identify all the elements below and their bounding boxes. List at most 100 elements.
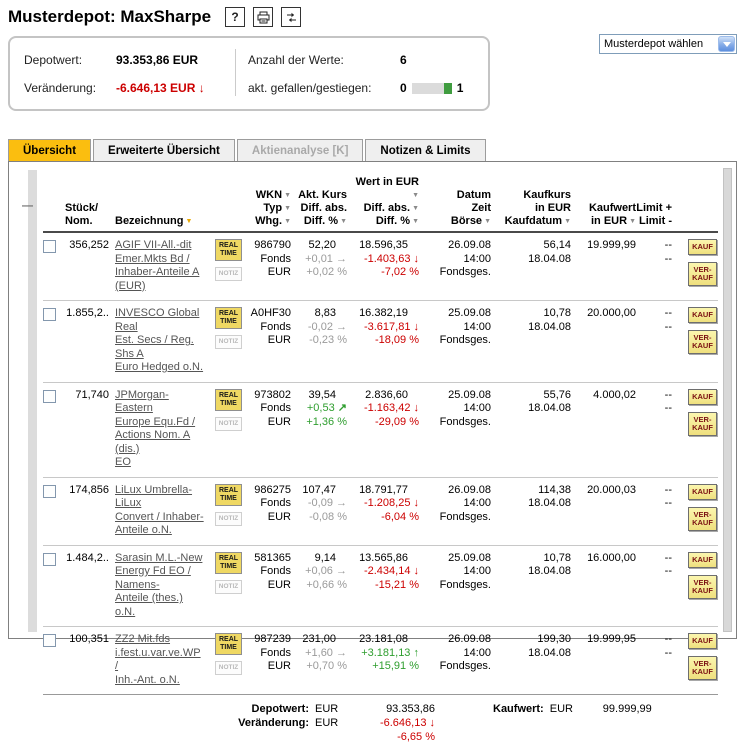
kauf-button[interactable]: KAUF [688, 239, 717, 255]
kaufkurs-value: 55,76 [543, 388, 571, 401]
datum-value: 25.09.08 [448, 388, 491, 401]
sort-icon[interactable]: ▼ [564, 215, 571, 228]
notiz-badge[interactable]: NOTIZ [215, 335, 242, 349]
header-kaufkurs: Kaufkurs in EUR Kaufdatum ▼ [504, 189, 571, 228]
notiz-badge[interactable]: NOTIZ [215, 579, 242, 594]
sort-icon[interactable]: ▼ [284, 202, 291, 215]
kurs-diff: +0,06 [305, 565, 333, 577]
verkauf-button[interactable]: VER- KAUF [688, 411, 717, 436]
footer-kaufwert-value: 99.999,99 [602, 703, 652, 715]
realtime-badge[interactable]: REAL TIME [215, 388, 242, 411]
kauf-button[interactable]: KAUF [688, 388, 717, 405]
kaufkurs-cell: 199,30 18.04.08 [491, 633, 571, 687]
row-checkbox[interactable] [43, 484, 56, 498]
datum-value: 25.09.08 [448, 307, 491, 319]
security-link[interactable]: Sarasin M.L.-New Energy Fd EO / Namens- … [115, 552, 202, 618]
wert-value: 2.836,60 [365, 388, 408, 401]
boerse-value: Fondsges. [439, 334, 491, 346]
print-button[interactable] [253, 7, 274, 27]
tab-notizen-limits[interactable]: Notizen & Limits [365, 139, 486, 161]
row-checkbox[interactable] [43, 308, 56, 321]
sort-icon[interactable]: ▼ [340, 215, 347, 228]
sort-icon[interactable]: ▼ [484, 215, 491, 228]
gefallen-gestiegen-bar [411, 82, 452, 94]
wkn-value: A0HF30 [250, 307, 291, 319]
row-checkbox[interactable] [43, 552, 56, 566]
notiz-badge[interactable]: NOTIZ [215, 661, 242, 675]
veraenderung-label: Veränderung: [24, 81, 97, 95]
refresh-button[interactable] [281, 7, 302, 27]
row-checkbox[interactable] [43, 240, 56, 253]
realtime-badge[interactable]: REAL TIME [215, 239, 242, 261]
kauf-button[interactable]: KAUF [688, 307, 717, 323]
limit-plus-value: -- [664, 551, 672, 564]
row-checkbox[interactable] [43, 634, 56, 647]
summary-left: Depotwert: 93.353,86 EUR Veränderung: -6… [24, 49, 236, 96]
kauf-button[interactable]: KAUF [688, 483, 717, 500]
shares-count: 174,856 [69, 483, 109, 496]
verkauf-button[interactable]: VER- KAUF [688, 330, 717, 354]
footer-currency: EUR [315, 717, 339, 729]
summary-row: Depotwert: 93.353,86 EUR Veränderung: -6… [8, 34, 737, 111]
table-row: 100,351 ZZ2 Mit.fds i.fest.u.var.ve.WP /… [43, 627, 718, 695]
notiz-badge[interactable]: NOTIZ [215, 267, 242, 281]
verkauf-button[interactable]: VER- KAUF [688, 574, 717, 599]
table-row: 174,856 LiLux Umbrella-LiLux Convert / I… [43, 478, 718, 546]
notiz-badge[interactable]: NOTIZ [215, 416, 242, 431]
sort-icon[interactable]: ▼ [412, 215, 419, 228]
verkauf-button[interactable]: VER- KAUF [688, 262, 717, 286]
table-row: 356,252 AGIF VII-All.-dit Emer.Mkts Bd /… [43, 233, 718, 301]
header-akt-kurs: Akt. Kurs Diff. abs. Diff. % ▼ [298, 189, 347, 228]
sort-icon[interactable]: ▼ [629, 215, 636, 228]
tab-erweiterte-uebersicht[interactable]: Erweiterte Übersicht [93, 139, 235, 161]
realtime-badge[interactable]: REAL TIME [215, 633, 242, 655]
realtime-badge[interactable]: REAL TIME [215, 551, 242, 574]
security-link[interactable]: INVESCO Global Real Est. Secs / Reg. Shs… [115, 307, 203, 373]
datum-cell: 25.09.08 14:00 Fondsges. [419, 552, 491, 620]
verkauf-button[interactable]: VER- KAUF [688, 656, 717, 680]
typ-value: Fonds [260, 565, 291, 577]
kauf-button[interactable]: KAUF [688, 633, 717, 649]
security-link[interactable]: ZZ2 Mit.fds i.fest.u.var.ve.WP / Inh.-An… [115, 633, 201, 686]
kaufwert-value: 19.999,99 [587, 239, 636, 251]
kurs-value: 9,14 [314, 551, 336, 564]
security-link[interactable]: LiLux Umbrella-LiLux Convert / Inhaber- … [115, 484, 204, 537]
depot-select[interactable]: Musterdepot wählen [599, 34, 737, 54]
gefallen-value: 0 [400, 81, 407, 95]
limit-plus-value: -- [664, 307, 672, 319]
row-checkbox[interactable] [43, 389, 56, 403]
kurs-cell: 9,14 +0,06 → +0,66 % [291, 552, 347, 620]
tab-aktienanalyse[interactable]: Aktienanalyse [K] [236, 139, 364, 161]
help-button[interactable]: ? [225, 7, 246, 27]
kurs-value: 107,47 [302, 483, 336, 496]
limit-cell: -- -- [636, 239, 672, 293]
sort-icon[interactable]: ▼ [412, 189, 419, 202]
datum-value: 26.09.08 [448, 239, 491, 251]
trend-arrow-icon: → [336, 646, 347, 659]
realtime-badge[interactable]: REAL TIME [215, 483, 242, 506]
kaufwert-value: 16.000,00 [587, 551, 636, 564]
kurs-diff-pct: -0,08 % [309, 510, 347, 523]
verkauf-button[interactable]: VER- KAUF [688, 506, 717, 531]
header-bezeichnung: Bezeichnung ▼ [115, 215, 193, 228]
kauf-button[interactable]: KAUF [688, 551, 717, 568]
notiz-badge[interactable]: NOTIZ [215, 511, 242, 526]
sort-icon[interactable]: ▼ [284, 189, 291, 202]
shares-count: 100,351 [69, 633, 109, 645]
security-link[interactable]: JPMorgan-Eastern Europe Equ.Fd / Actions… [115, 389, 195, 469]
sort-icon[interactable]: ▼ [185, 215, 192, 228]
depot-select-value: Musterdepot wählen [604, 38, 704, 50]
kurs-cell: 39,54 +0,53 ↗ +1,36 % [291, 389, 347, 470]
sort-icon[interactable]: ▼ [412, 202, 419, 215]
vertical-scrollbar[interactable] [723, 168, 732, 632]
datum-cell: 26.09.08 14:00 Fondsges. [419, 239, 491, 293]
limit-plus-value: -- [664, 239, 672, 251]
security-link[interactable]: AGIF VII-All.-dit Emer.Mkts Bd / Inhaber… [115, 239, 199, 292]
tab-uebersicht[interactable]: Übersicht [8, 139, 92, 161]
realtime-badge[interactable]: REAL TIME [215, 307, 242, 329]
sort-icon[interactable]: ▼ [284, 215, 291, 228]
kaufkurs-value: 114,38 [538, 483, 571, 496]
kurs-value: 231,00 [302, 633, 336, 645]
header-wkn-typ-whg: WKN ▼ Typ ▼ Whg. ▼ [255, 189, 291, 228]
chevron-down-icon[interactable] [718, 36, 735, 52]
